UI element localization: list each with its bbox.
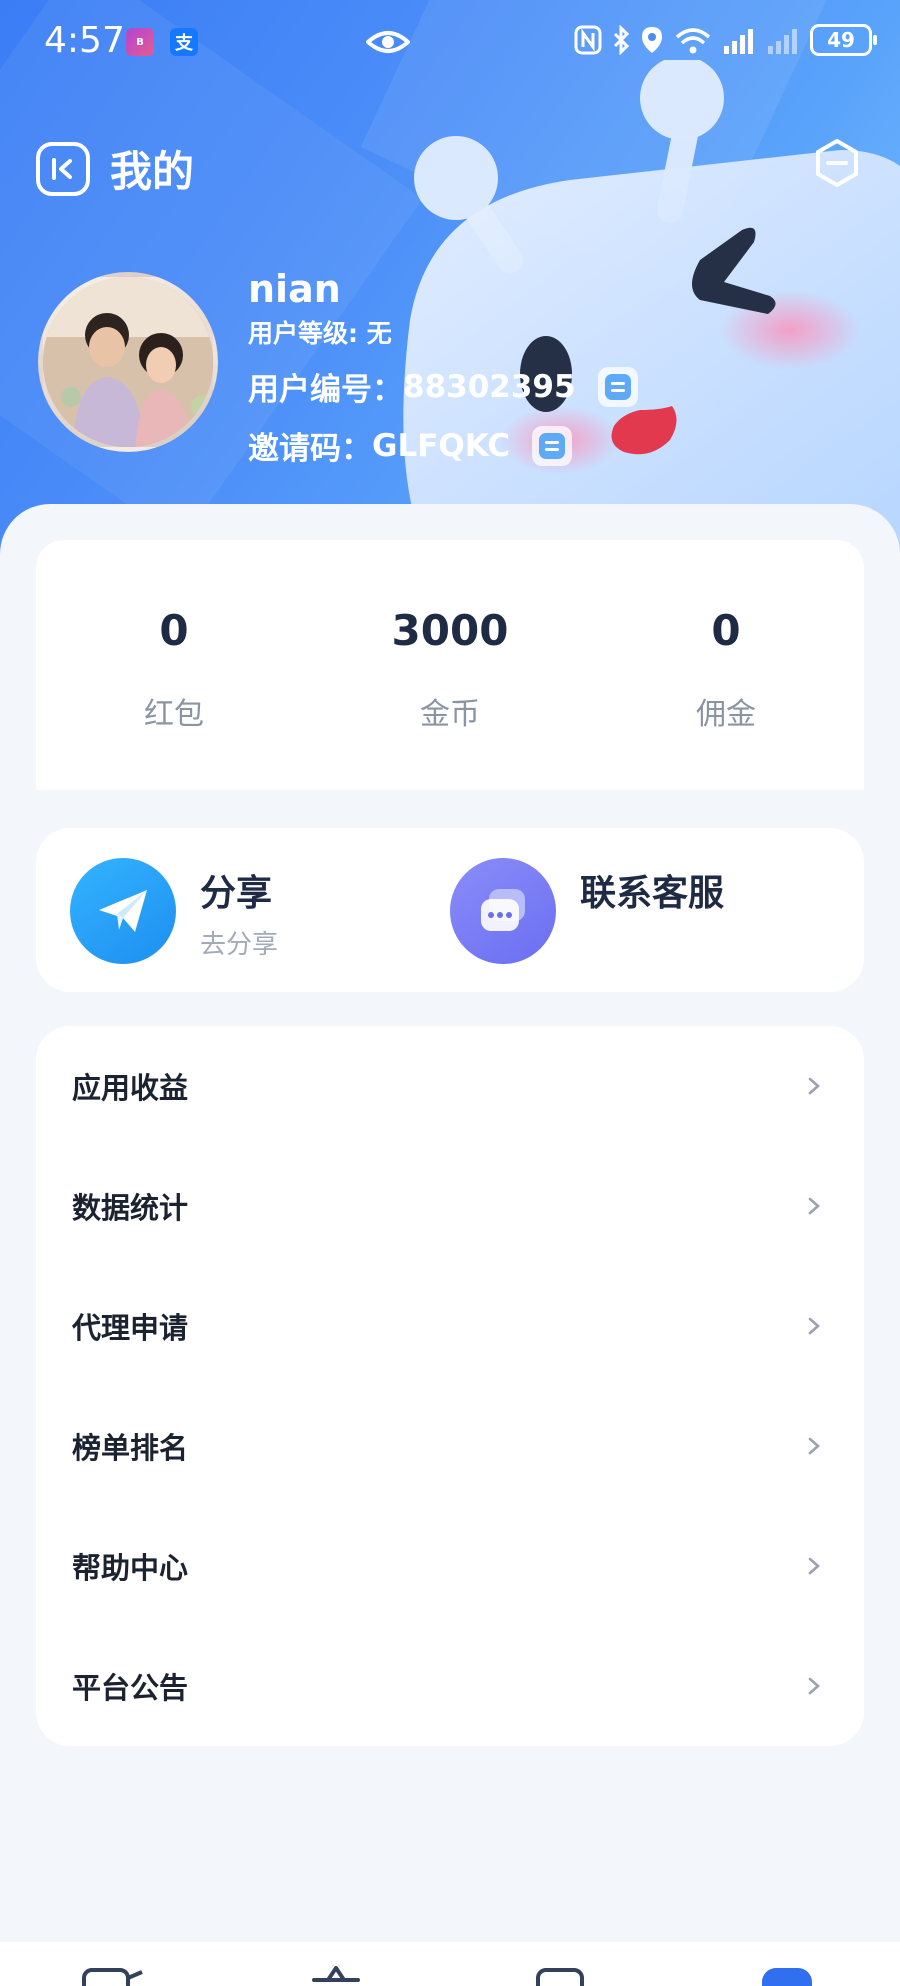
back-button[interactable] <box>36 141 90 196</box>
signal-icon <box>768 29 797 54</box>
avatar[interactable] <box>38 272 218 452</box>
menu-list: 应用收益 数据统计 代理申请 榜单排名 帮助中心 平台公告 <box>36 1026 864 1746</box>
alipay-icon: 支 <box>170 28 198 56</box>
stat-commission[interactable]: 0 佣金 <box>588 540 864 790</box>
settings-hexagon-button[interactable] <box>812 138 862 188</box>
copy-invite-code-icon[interactable] <box>532 425 573 466</box>
bottom-navigation <box>0 1942 900 1986</box>
stat-label: 红包 <box>144 697 204 732</box>
user-level-label: 用户等级: <box>248 319 358 348</box>
menu-item-app-earnings[interactable]: 应用收益 <box>36 1026 864 1146</box>
status-bar: 4:57 B 支 49 <box>0 0 900 86</box>
share-subtitle: 去分享 <box>200 930 279 960</box>
menu-label: 数据统计 <box>72 1191 189 1225</box>
user-id-row: 用户编号： 88302395 <box>248 364 638 409</box>
copy-user-id-icon[interactable] <box>597 366 638 407</box>
stat-label: 佣金 <box>696 697 756 732</box>
chevron-right-icon <box>808 1077 820 1095</box>
menu-item-platform-announcement[interactable]: 平台公告 <box>36 1626 864 1746</box>
share-title: 分享 <box>200 873 273 914</box>
status-icons: 49 <box>574 24 877 56</box>
stat-value: 3000 <box>391 606 509 655</box>
menu-label: 帮助中心 <box>72 1551 189 1585</box>
page-title: 我的 <box>110 147 195 196</box>
wifi-icon <box>675 28 711 54</box>
page-header: 我的 <box>36 138 194 199</box>
invite-code-label: 邀请码： <box>248 431 372 467</box>
location-icon <box>642 27 662 53</box>
user-level-value: 无 <box>366 319 392 348</box>
user-id-value: 88302395 <box>403 368 576 405</box>
battery-indicator: 49 <box>810 24 877 56</box>
bluetooth-icon <box>613 25 630 55</box>
nfc-icon <box>574 25 602 55</box>
service-title: 联系客服 <box>580 873 725 914</box>
menu-label: 应用收益 <box>72 1071 189 1105</box>
stats-card: 0 红包 3000 金币 0 佣金 <box>36 540 864 790</box>
back-icon <box>52 157 72 180</box>
user-level: 用户等级: 无 <box>248 314 638 350</box>
stat-gold-coins[interactable]: 3000 金币 <box>312 540 588 790</box>
stat-value: 0 <box>159 606 189 655</box>
chevron-right-icon <box>808 1557 820 1575</box>
menu-label: 平台公告 <box>72 1671 189 1705</box>
stat-red-packet[interactable]: 0 红包 <box>36 540 312 790</box>
profile-info: nian 用户等级: 无 用户编号： 88302395 邀请码： GLFQKC <box>248 266 638 468</box>
nav-profile-icon[interactable] <box>760 1966 814 1986</box>
bank-app-icon: B <box>126 28 154 56</box>
menu-label: 榜单排名 <box>72 1431 189 1465</box>
chevron-right-icon <box>808 1437 820 1455</box>
nav-video-icon[interactable] <box>80 1966 146 1986</box>
menu-label: 代理申请 <box>72 1311 189 1345</box>
signal-icon <box>724 29 753 54</box>
main-content: 0 红包 3000 金币 0 佣金 分享 去分享 联系客服 应用收益 数据统计 … <box>0 504 900 1986</box>
menu-item-agent-application[interactable]: 代理申请 <box>36 1266 864 1386</box>
user-id-label: 用户编号： <box>248 372 403 408</box>
menu-item-leaderboard[interactable]: 榜单排名 <box>36 1386 864 1506</box>
menu-item-help-center[interactable]: 帮助中心 <box>36 1506 864 1626</box>
stat-label: 金币 <box>420 697 480 732</box>
invite-code-row: 邀请码： GLFQKC <box>248 423 638 468</box>
quick-actions-card: 分享 去分享 联系客服 <box>36 828 864 992</box>
nav-star-icon[interactable] <box>306 1966 366 1986</box>
stat-value: 0 <box>711 606 741 655</box>
nav-message-icon[interactable] <box>534 1966 586 1986</box>
battery-level: 49 <box>827 28 855 52</box>
paper-plane-icon <box>70 858 176 964</box>
chat-bubble-icon <box>450 858 556 964</box>
chevron-right-icon <box>808 1677 820 1695</box>
chevron-right-icon <box>808 1317 820 1335</box>
customer-service-button[interactable]: 联系客服 <box>450 858 724 964</box>
eye-icon <box>366 31 410 53</box>
status-time: 4:57 <box>44 20 125 61</box>
chevron-right-icon <box>808 1197 820 1215</box>
username: nian <box>248 267 341 311</box>
invite-code-value: GLFQKC <box>372 427 511 464</box>
share-button[interactable]: 分享 去分享 <box>70 858 278 964</box>
menu-item-data-statistics[interactable]: 数据统计 <box>36 1146 864 1266</box>
